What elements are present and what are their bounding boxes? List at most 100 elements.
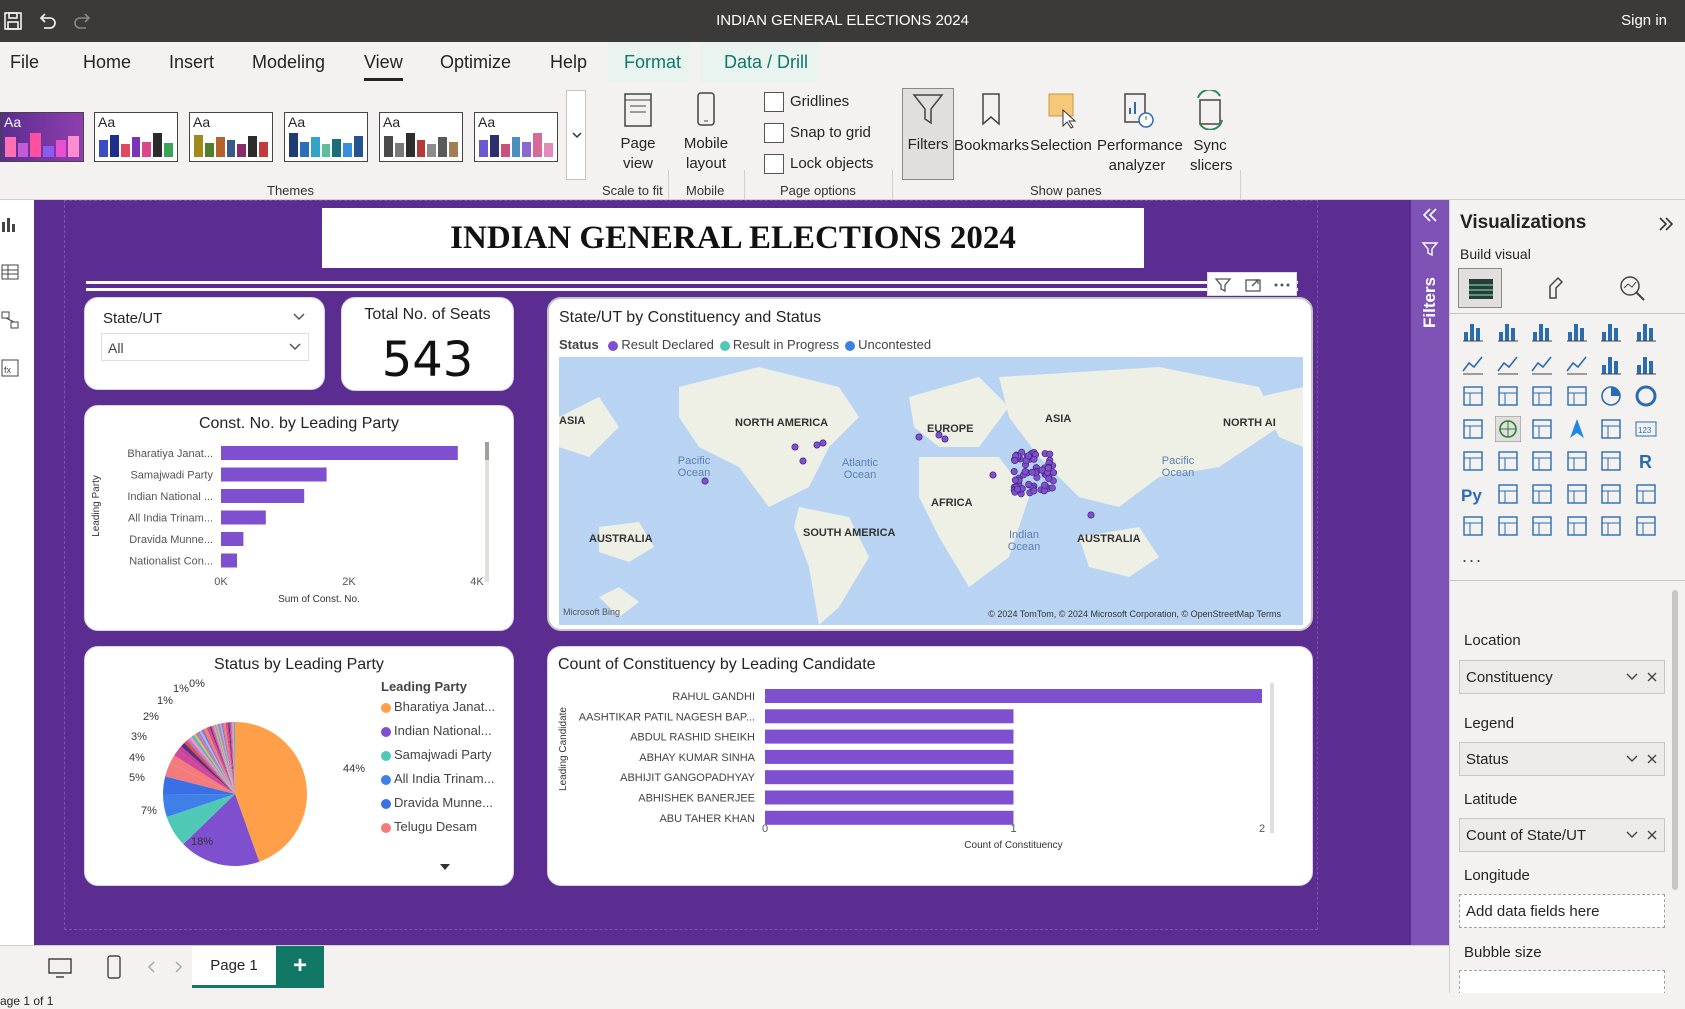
100-column-icon[interactable] — [1633, 318, 1659, 344]
stacked-area-icon[interactable] — [1529, 351, 1555, 377]
map-legend-item[interactable]: Result in Progress — [720, 337, 839, 352]
theme-swatch-3[interactable]: Aa — [189, 112, 273, 162]
donut-icon[interactable] — [1633, 383, 1659, 409]
chevron-down-icon[interactable] — [1626, 831, 1638, 839]
well-legend-field[interactable]: Status — [1459, 742, 1665, 776]
constituency-map[interactable]: State/UT by Constituency and Status Stat… — [547, 297, 1313, 631]
combo-icon[interactable] — [1633, 351, 1659, 377]
menu-format[interactable]: Format — [624, 52, 681, 73]
analytics-icon[interactable] — [1618, 274, 1646, 302]
map-copyright[interactable]: © 2024 TomTom, © 2024 Microsoft Corporat… — [988, 609, 1281, 619]
expand-filters-icon[interactable] — [1421, 206, 1439, 224]
python-visual-icon[interactable]: Py — [1460, 481, 1486, 507]
phone-layout-icon[interactable] — [104, 954, 124, 982]
stacked-column-icon[interactable] — [1495, 318, 1521, 344]
menu-view[interactable]: View — [364, 52, 403, 73]
area-icon[interactable] — [1495, 351, 1521, 377]
gauge-icon[interactable] — [1598, 416, 1624, 442]
focus-mode-icon[interactable] — [1244, 276, 1262, 294]
clustered-bar-icon[interactable] — [1529, 318, 1555, 344]
desktop-layout-icon[interactable] — [46, 956, 74, 980]
pie-legend-item[interactable]: Telugu Desam — [381, 819, 495, 843]
diamond-icon[interactable] — [1598, 513, 1624, 539]
well-longitude-drop[interactable]: Add data fields here — [1459, 894, 1665, 928]
party-bar-chart[interactable]: Const. No. by Leading Party Bharatiya Ja… — [84, 405, 514, 631]
theme-swatch-5[interactable]: Aa — [379, 112, 463, 162]
lock-objects-checkbox[interactable]: Lock objects — [764, 154, 873, 174]
remove-field-icon[interactable] — [1646, 753, 1658, 765]
pie-legend-item[interactable]: Bharatiya Janat... — [381, 699, 495, 723]
chevron-right-icon[interactable] — [172, 960, 184, 974]
table-view-icon[interactable] — [0, 262, 20, 282]
bookmarks-pane-button[interactable]: Bookmarks — [954, 90, 1028, 156]
sign-in-link[interactable]: Sign in — [1621, 12, 1667, 29]
slicer-dropdown[interactable]: All — [101, 333, 309, 361]
filters-pane-button[interactable]: Filters — [902, 88, 954, 180]
map-legend-item[interactable]: Result Declared — [608, 337, 714, 352]
menu-help[interactable]: Help — [550, 52, 587, 73]
format-visual-icon[interactable] — [1544, 274, 1572, 302]
treemap-icon[interactable] — [1460, 416, 1486, 442]
line-column-icon[interactable] — [1460, 383, 1486, 409]
report-view-icon[interactable] — [0, 214, 20, 234]
theme-swatch-6[interactable]: Aa — [474, 112, 558, 162]
menu-optimize[interactable]: Optimize — [440, 52, 511, 73]
menu-modeling[interactable]: Modeling — [252, 52, 325, 73]
decomposition-icon[interactable] — [1529, 481, 1555, 507]
narrative-icon[interactable] — [1598, 481, 1624, 507]
filters-pane-collapsed[interactable]: Filters — [1411, 200, 1449, 945]
funnel-stack-icon[interactable] — [1495, 383, 1521, 409]
menu-data-drill[interactable]: Data / Drill — [724, 52, 808, 73]
dax-query-view-icon[interactable]: fx — [0, 358, 20, 378]
theme-swatch-4[interactable]: Aa — [284, 112, 368, 162]
kpi-icon[interactable] — [1495, 448, 1521, 474]
sync-slicers-button[interactable]: Sync slicers — [1180, 90, 1240, 176]
filled-map-icon[interactable] — [1529, 416, 1555, 442]
well-latitude-field[interactable]: Count of State/UT — [1459, 818, 1665, 852]
pie-legend-item[interactable]: Samajwadi Party — [381, 747, 495, 771]
gridlines-checkbox[interactable]: Gridlines — [764, 92, 849, 112]
map-icon[interactable] — [1495, 416, 1521, 442]
more-visuals-icon[interactable]: ... — [1462, 546, 1483, 567]
key-influencers-icon[interactable] — [1495, 481, 1521, 507]
legend-scroll-down-icon[interactable] — [439, 863, 451, 871]
tab-page-1[interactable]: Page 1 — [192, 946, 276, 988]
mobile-layout-button[interactable]: Mobile layout — [676, 90, 736, 174]
visual-filter-icon[interactable] — [1214, 276, 1232, 294]
multi-card-icon[interactable] — [1460, 448, 1486, 474]
performance-analyzer-button[interactable]: Performance analyzer — [1094, 90, 1180, 176]
trophy-icon[interactable] — [1633, 481, 1659, 507]
scatter-icon[interactable] — [1564, 383, 1590, 409]
pie-legend-item[interactable]: All India Trinam... — [381, 771, 495, 795]
power-apps-icon[interactable] — [1529, 513, 1555, 539]
clustered-column-icon[interactable] — [1564, 318, 1590, 344]
build-visual-tab[interactable] — [1458, 268, 1502, 308]
more-options-icon[interactable] — [1272, 276, 1292, 294]
r-visual-icon[interactable]: R — [1633, 448, 1659, 474]
stacked-bar-icon[interactable] — [1460, 318, 1486, 344]
qa-icon[interactable] — [1564, 481, 1590, 507]
waterfall-icon[interactable] — [1598, 351, 1624, 377]
chevron-down-icon[interactable] — [1626, 673, 1638, 681]
model-view-icon[interactable] — [0, 310, 20, 330]
snap-to-grid-checkbox[interactable]: Snap to grid — [764, 123, 871, 143]
theme-swatch-1[interactable]: Aa — [0, 112, 84, 162]
matrix-icon[interactable] — [1598, 448, 1624, 474]
paginated-icon[interactable] — [1460, 513, 1486, 539]
menu-file[interactable]: File — [10, 52, 39, 73]
pie-legend-item[interactable]: Dravida Munne... — [381, 795, 495, 819]
pie-icon[interactable] — [1598, 383, 1624, 409]
pie-legend-item[interactable]: Indian National... — [381, 723, 495, 747]
remove-field-icon[interactable] — [1646, 671, 1658, 683]
selection-pane-button[interactable]: Selection — [1028, 90, 1094, 156]
remove-field-icon[interactable] — [1646, 829, 1658, 841]
table-icon[interactable] — [1564, 448, 1590, 474]
card-icon[interactable]: 123 — [1633, 416, 1659, 442]
chevron-down-icon[interactable] — [1626, 755, 1638, 763]
add-page-button[interactable]: + — [276, 946, 324, 988]
themes-expand-button[interactable] — [566, 90, 586, 180]
pane-scrollbar[interactable] — [1672, 590, 1678, 890]
chevron-icon[interactable] — [1633, 513, 1659, 539]
status-pie-chart[interactable]: Status by Leading Party 44% 18% 7% 5% 4% 3% 2%… — [84, 646, 514, 886]
state-slicer[interactable]: State/UT All — [84, 297, 325, 390]
